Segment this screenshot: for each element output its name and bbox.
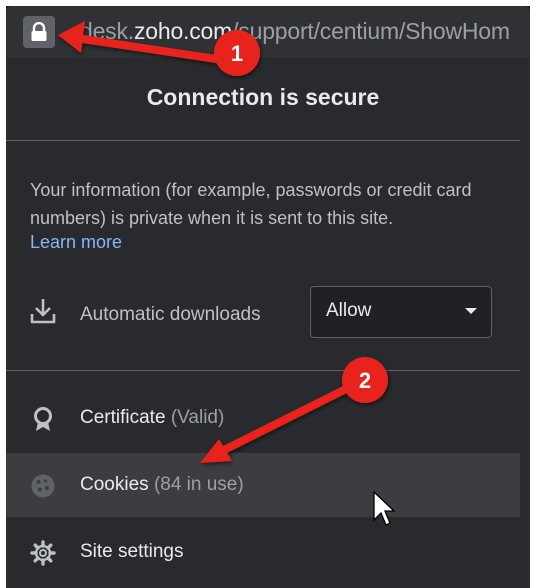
cookies-status: (84 in use): [153, 474, 244, 495]
url-text[interactable]: desk.zoho.com/support/centium/ShowHom: [80, 18, 510, 45]
address-bar[interactable]: desk.zoho.com/support/centium/ShowHom: [6, 6, 530, 58]
certificate-item[interactable]: Certificate (Valid): [6, 386, 520, 450]
certificate-label: Certificate (Valid): [80, 407, 225, 428]
cookies-label: Cookies (84 in use): [80, 474, 244, 495]
automatic-downloads-label: Automatic downloads: [80, 304, 261, 325]
divider: [6, 370, 520, 371]
site-info-popup: Connection is secure Your information (f…: [6, 58, 530, 588]
security-info-text: Your information (for example, passwords…: [30, 180, 472, 228]
select-value: Allow: [326, 300, 372, 321]
site-info-button[interactable]: [23, 16, 55, 48]
cookie-icon: [31, 474, 55, 498]
url-prefix: desk.: [80, 18, 134, 44]
certificate-icon: [34, 407, 52, 431]
certificate-status: (Valid): [170, 407, 225, 428]
chevron-down-icon: [465, 308, 477, 314]
download-icon: [30, 299, 56, 324]
automatic-downloads-select[interactable]: Allow: [310, 286, 492, 338]
url-domain: zoho.com: [133, 18, 233, 44]
site-settings-item[interactable]: Site settings: [6, 520, 520, 584]
site-settings-label: Site settings: [80, 541, 184, 562]
learn-more-link[interactable]: Learn more: [30, 232, 122, 253]
gear-icon: [30, 540, 56, 566]
divider: [6, 140, 520, 141]
popup-title: Connection is secure: [146, 84, 380, 110]
cookies-item[interactable]: Cookies (84 in use): [6, 453, 520, 517]
lock-icon: [31, 22, 47, 41]
url-path: /support/centium/ShowHom: [232, 18, 510, 44]
